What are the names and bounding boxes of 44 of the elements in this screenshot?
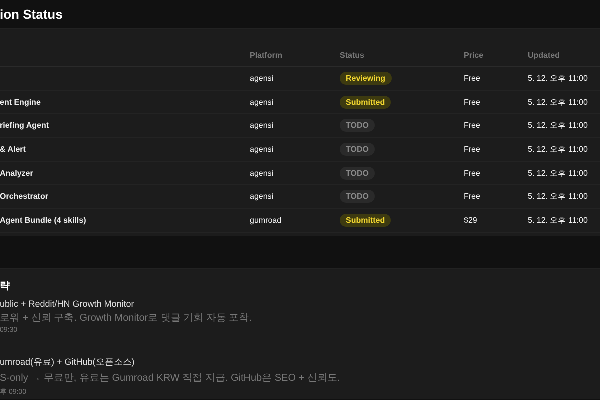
strategy-title: ublic + Reddit/HN Growth Monitor	[0, 299, 136, 309]
column-header: Platform	[250, 51, 284, 60]
platform-cell-text: agensi	[250, 121, 275, 130]
price-cell-text: $29	[464, 216, 478, 225]
status-badge: TODO	[340, 166, 375, 180]
price-cell-text: Free	[464, 121, 482, 130]
column-header: Price	[464, 51, 485, 60]
product-name: & Alert	[0, 144, 27, 154]
status-badge: Reviewing	[340, 72, 392, 85]
product-name: ent Engine	[0, 98, 42, 107]
platform-cell-text: agensi	[250, 144, 275, 154]
product-name: Agent Bundle (4 skills)	[0, 216, 88, 225]
status-badge: TODO	[340, 190, 375, 204]
updated-cell-text: 5. 12. 오후 11:00	[528, 144, 589, 155]
updated-cell-text: 5. 12. 오후 11:00	[528, 96, 589, 108]
column-header: Updated	[528, 51, 561, 60]
page-title: ion Status	[0, 6, 63, 22]
platform-cell-text: agensi	[250, 168, 275, 178]
updated-cell-text: 5. 12. 오후 11:00	[528, 214, 589, 226]
platform-cell-text: agensi	[250, 98, 275, 107]
product-name: Orchestrator	[0, 192, 50, 202]
updated-cell-text: 5. 12. 오후 11:00	[528, 120, 589, 132]
status-badge: Submitted	[340, 96, 392, 109]
price-cell-text: Free	[464, 144, 482, 154]
column-header: Status	[340, 51, 366, 60]
product-name: Analyzer	[0, 168, 34, 178]
status-badge: Submitted	[340, 214, 392, 227]
platform-cell-text: agensi	[250, 192, 275, 202]
status-badge: TODO	[340, 119, 375, 132]
updated-cell-text: 5. 12. 오후 11:00	[528, 168, 589, 179]
price-cell-text: Free	[464, 168, 482, 178]
product-name: riefing Agent	[0, 121, 50, 130]
updated-cell-text: 5. 12. 오후 11:00	[528, 72, 589, 84]
platform-cell-text: agensi	[250, 74, 275, 83]
price-cell-text: Free	[464, 74, 482, 83]
updated-cell-text: 5. 12. 오후 11:00	[528, 191, 589, 202]
platform-cell-text: gumroad	[250, 216, 283, 225]
section-heading: 략	[0, 280, 11, 293]
price-cell-text: Free	[464, 192, 482, 202]
strategy-title: umroad(유료) + GitHub(오픈소스)	[0, 356, 136, 369]
strategy-description: S-only → 무료만, 유료는 Gumroad KRW 직접 지급. GitHub은 SEO + 신뢰도.	[0, 372, 342, 385]
status-badge: TODO	[340, 142, 375, 156]
price-cell-text: Free	[464, 98, 482, 107]
strategy-description: 로워 + 신뢰 구축. Growth Monitor로 댓글 기회 자동 포착.	[0, 312, 253, 325]
